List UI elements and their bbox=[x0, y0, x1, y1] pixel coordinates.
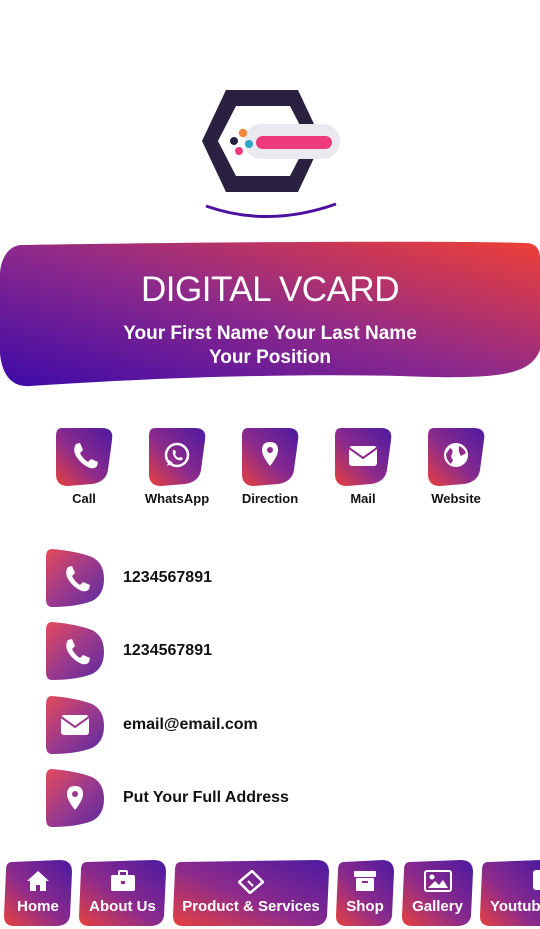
globe-icon bbox=[428, 428, 485, 486]
quick-action-label: Direction bbox=[241, 491, 299, 506]
contact-phone-value: 1234567891 bbox=[123, 642, 212, 659]
nav-label: Youtube bbox=[490, 898, 540, 915]
contact-phone-1[interactable]: 1234567891 bbox=[46, 549, 506, 609]
profile-position: Your Position bbox=[208, 347, 332, 368]
archive-box-icon bbox=[354, 871, 376, 891]
contact-phone-2[interactable]: 1234567891 bbox=[46, 622, 506, 682]
ticket-icon bbox=[238, 870, 264, 894]
contact-email-value: email@email.com bbox=[123, 716, 258, 733]
profile-name: Your First Name Your Last Name bbox=[123, 323, 417, 344]
quick-action-label: WhatsApp bbox=[144, 491, 210, 506]
nav-label: Home bbox=[17, 898, 59, 915]
briefcase-icon bbox=[110, 870, 135, 891]
map-pin-icon bbox=[242, 428, 299, 486]
nav-label: Gallery bbox=[412, 898, 463, 915]
page-title: DIGITAL VCARD bbox=[141, 270, 399, 309]
phone-icon bbox=[46, 622, 104, 680]
nav-gallery[interactable]: Gallery bbox=[402, 860, 473, 926]
quick-action-whatsapp[interactable]: WhatsApp bbox=[132, 426, 222, 506]
nav-product-services[interactable]: Product & Services bbox=[173, 860, 329, 926]
nav-home[interactable]: Home bbox=[4, 860, 72, 926]
quick-action-label: Call bbox=[72, 491, 96, 506]
phone-icon bbox=[46, 549, 104, 607]
nav-label: Product & Services bbox=[182, 898, 320, 915]
quick-action-label: Mail bbox=[350, 491, 376, 506]
contact-email[interactable]: email@email.com bbox=[46, 696, 506, 756]
nav-about-us[interactable]: About Us bbox=[79, 860, 166, 926]
quick-action-mail[interactable]: Mail bbox=[318, 426, 408, 506]
contact-phone-value: 1234567891 bbox=[123, 569, 212, 586]
nav-label: Shop bbox=[346, 898, 384, 915]
contact-address-value: Put Your Full Address bbox=[123, 789, 289, 806]
quick-action-website[interactable]: Website bbox=[411, 426, 501, 506]
nav-label: About Us bbox=[89, 898, 156, 915]
whatsapp-icon bbox=[149, 428, 206, 486]
phone-icon bbox=[56, 428, 113, 486]
quick-action-direction[interactable]: Direction bbox=[225, 426, 315, 506]
quick-action-call[interactable]: Call bbox=[39, 426, 129, 506]
quick-action-label: Website bbox=[431, 491, 481, 506]
nav-youtube[interactable]: Youtube bbox=[480, 860, 540, 926]
contact-address[interactable]: Put Your Full Address bbox=[46, 769, 506, 829]
map-pin-icon bbox=[46, 769, 104, 827]
envelope-icon bbox=[335, 428, 392, 486]
nav-shop[interactable]: Shop bbox=[336, 860, 394, 926]
envelope-icon bbox=[46, 696, 104, 754]
home-icon bbox=[27, 871, 49, 891]
youtube-icon bbox=[533, 870, 540, 890]
image-icon bbox=[423, 870, 452, 892]
brand-logo bbox=[202, 90, 340, 218]
